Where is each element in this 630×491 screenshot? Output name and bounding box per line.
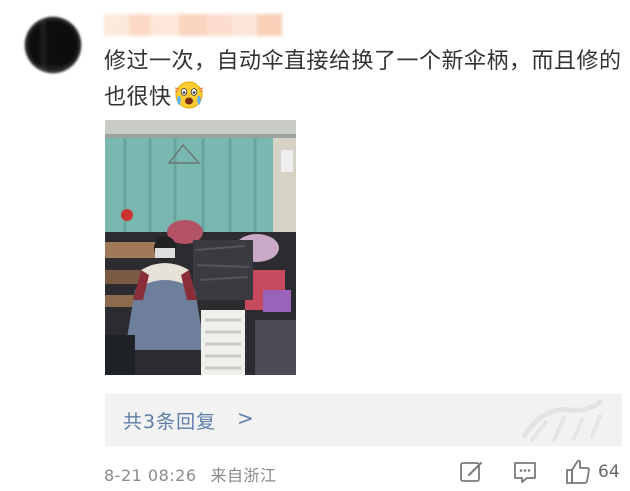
username-blurred[interactable]	[104, 14, 282, 36]
thumbs-up-icon[interactable]	[564, 455, 592, 487]
like-count: 64	[598, 462, 620, 482]
comment-date: 8-21 08:26	[104, 466, 197, 485]
comment-text: 修过一次，自动伞直接给换了一个新伞柄，而且修的也很快	[104, 44, 624, 116]
chevron-right-icon: >	[237, 406, 254, 430]
replies-expander[interactable]: 共3条回复 >	[105, 394, 622, 446]
astonished-crying-face-emoji	[174, 81, 203, 109]
comment-location: 来自浙江	[210, 466, 277, 485]
watermark-logo	[521, 399, 603, 442]
avatar[interactable]	[20, 12, 86, 78]
repair-shop-photo	[105, 120, 296, 375]
comment-photo[interactable]	[105, 120, 296, 375]
replies-count-link[interactable]: 共3条回复	[123, 407, 216, 434]
edit-icon[interactable]	[458, 455, 484, 487]
comment-meta: 8-21 08:26 来自浙江	[104, 462, 277, 486]
comment-icon[interactable]	[512, 455, 538, 487]
